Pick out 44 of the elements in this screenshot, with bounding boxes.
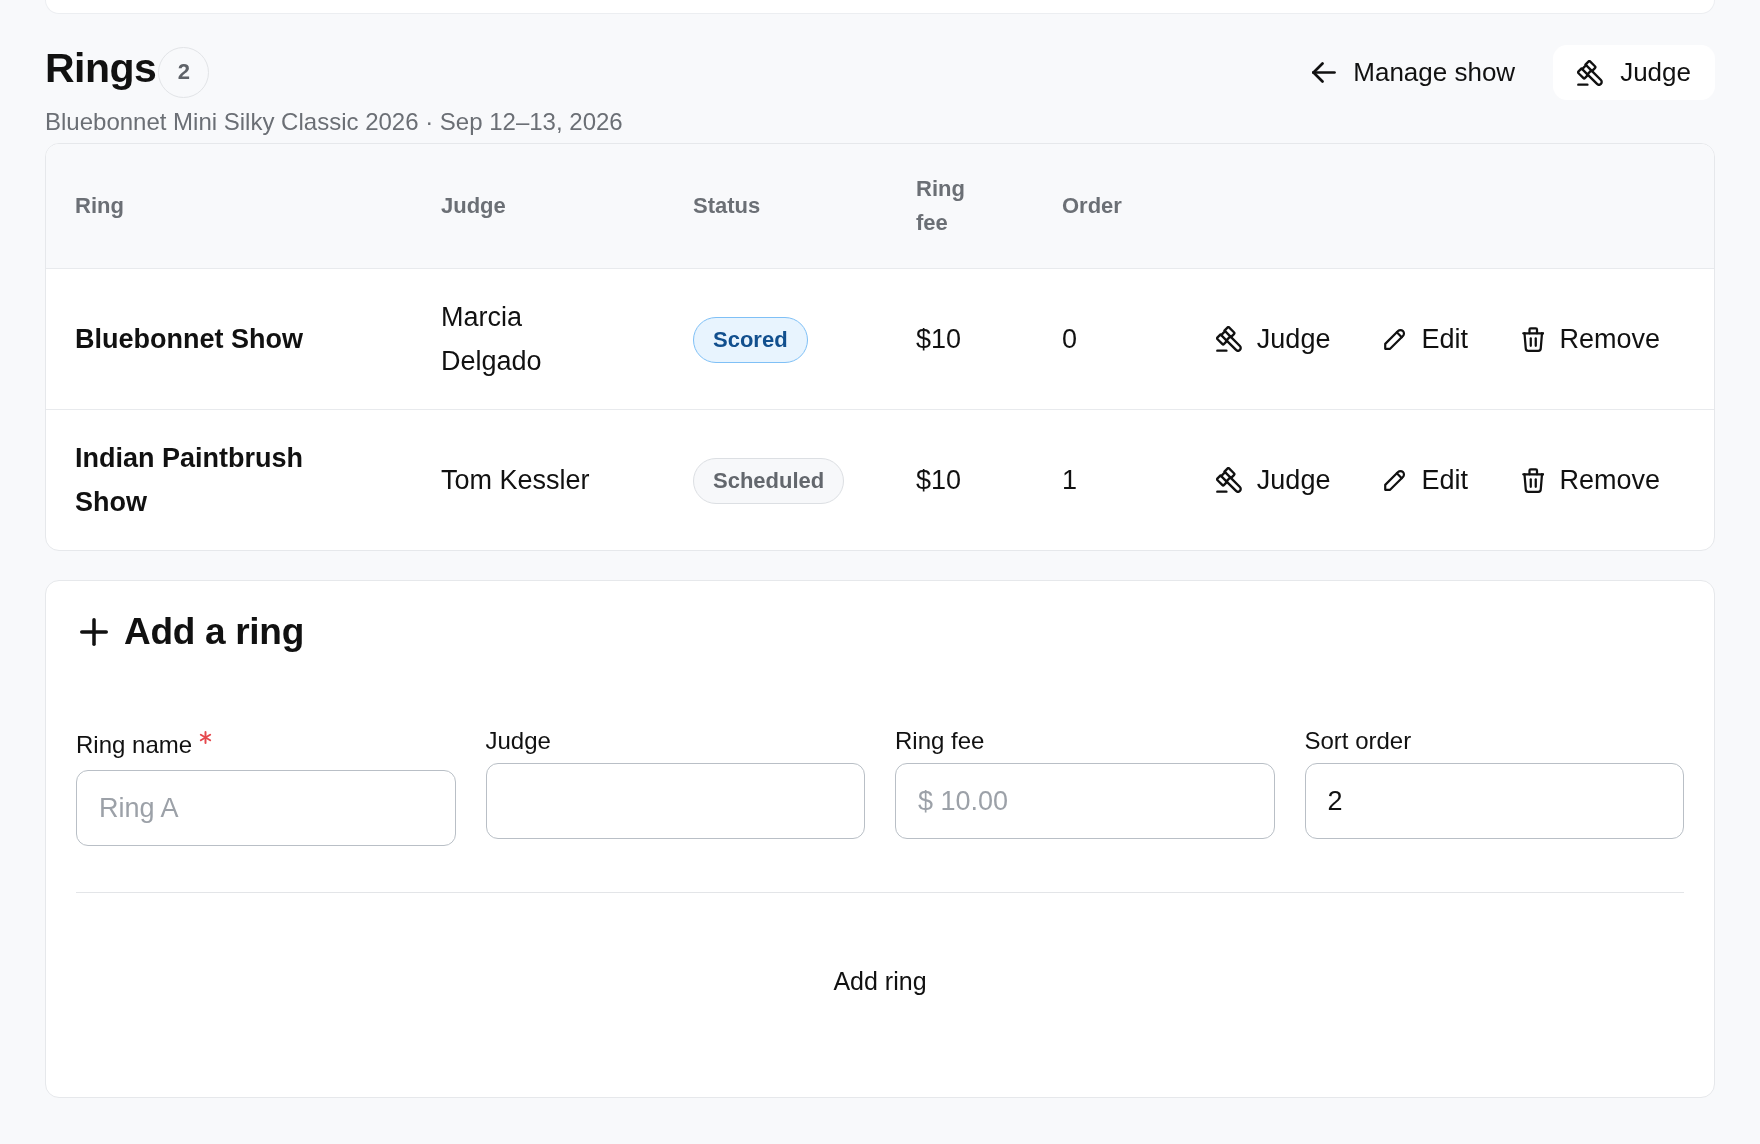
arrow-left-icon <box>1312 62 1337 83</box>
pencil-icon <box>1384 469 1407 491</box>
field-label: Ring name <box>76 730 193 760</box>
column-header: Ring <box>75 192 124 220</box>
input-field[interactable]: 2 <box>1304 763 1684 839</box>
section-title: Add a ring <box>124 610 304 654</box>
gavel-icon <box>1577 59 1604 86</box>
input-field[interactable] <box>485 763 865 839</box>
edit-button[interactable]: Edit <box>1370 456 1482 504</box>
field-label: Sort order <box>1304 726 1412 756</box>
pencil-icon <box>1384 328 1407 350</box>
column-header: Judge <box>441 192 506 220</box>
table-cell-text: Indian Paintbrush Show <box>75 442 304 519</box>
edit-button[interactable]: Edit <box>1370 315 1482 363</box>
judge-button[interactable]: Judge <box>1201 456 1345 504</box>
table-cell-text: 0 <box>1062 323 1078 356</box>
judge-button[interactable]: Judge <box>1201 315 1345 363</box>
judge-button[interactable]: Judge <box>1553 45 1715 100</box>
page-title: Rings <box>45 44 157 93</box>
remove-button[interactable]: Remove <box>1507 315 1674 363</box>
add-ring-button[interactable]: Add ring <box>793 931 967 1031</box>
status-badge: Scheduled <box>693 457 845 504</box>
plus-icon <box>80 618 108 646</box>
gavel-icon <box>1215 467 1242 493</box>
field-label: Ring fee <box>895 726 985 756</box>
column-header: Status <box>693 192 761 220</box>
column-header: Order <box>1062 192 1122 220</box>
table-cell-text: Tom Kessler <box>441 464 590 497</box>
table-cell-text: $10 <box>916 323 962 356</box>
field-label: Judge <box>485 726 551 756</box>
trash-icon <box>1521 326 1545 352</box>
remove-button[interactable]: Remove <box>1507 456 1674 504</box>
table-cell-text: 1 <box>1062 464 1078 497</box>
input-field[interactable]: Ring A <box>76 770 456 846</box>
table-cell-text: $10 <box>916 464 962 497</box>
table-cell-text: Marcia Delgado <box>441 301 543 378</box>
table-cell-text: Bluebonnet Show <box>75 323 303 356</box>
column-header: Ring fee <box>916 175 966 237</box>
trash-icon <box>1521 467 1545 493</box>
page-subtitle: Bluebonnet Mini Silky Classic 2026 · Sep 12–13, 2026 <box>45 107 623 137</box>
status-badge: Scored <box>693 316 808 363</box>
back-button[interactable]: Manage show <box>1288 45 1540 100</box>
gavel-icon <box>1215 326 1242 352</box>
input-field[interactable]: $ 10.00 <box>895 763 1275 839</box>
